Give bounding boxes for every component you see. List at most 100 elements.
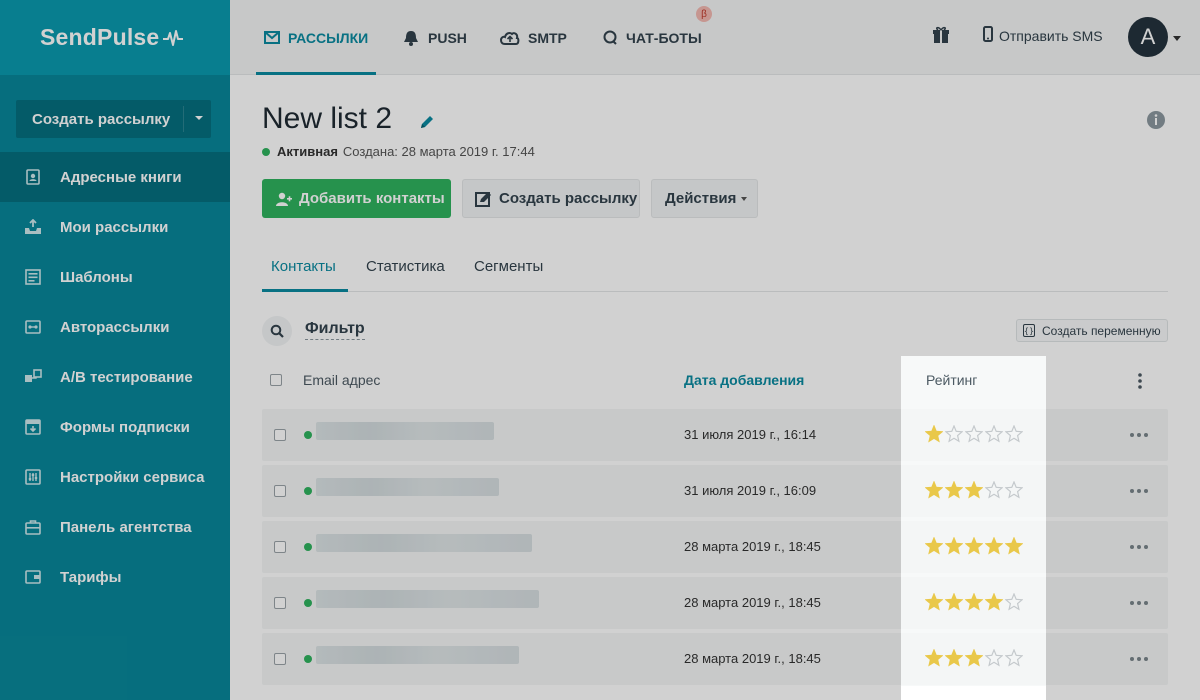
tab-statistics[interactable]: Статистика xyxy=(366,258,445,275)
tab-push[interactable]: PUSH xyxy=(402,0,467,75)
column-header-rating[interactable]: Рейтинг xyxy=(926,372,977,388)
logo-text: SendPulse xyxy=(40,24,160,50)
sidebar-item-ab-test[interactable]: A/B тестирование xyxy=(0,352,230,402)
star-empty-icon xyxy=(965,425,983,443)
email-redacted xyxy=(316,590,539,608)
tab-segments[interactable]: Сегменты xyxy=(474,258,543,275)
row-more-icon[interactable] xyxy=(1130,657,1148,661)
row-more-icon[interactable] xyxy=(1130,433,1148,437)
sidebar-item-automation[interactable]: Авторассылки xyxy=(0,302,230,352)
email-redacted xyxy=(316,422,494,440)
tab-contacts[interactable]: Контакты xyxy=(271,258,336,275)
rating-stars xyxy=(925,481,1023,499)
star-empty-icon xyxy=(1005,649,1023,667)
table-row[interactable]: 31 июля 2019 г., 16:14 xyxy=(262,409,1168,461)
create-variable-button[interactable]: {} Создать переменную xyxy=(1016,319,1168,342)
add-contacts-label: Добавить контакты xyxy=(299,190,445,207)
create-campaign-button-label: Создать рассылку xyxy=(499,190,638,207)
mail-icon xyxy=(264,31,280,44)
row-checkbox[interactable] xyxy=(274,653,286,665)
select-all-checkbox[interactable] xyxy=(270,374,282,386)
topbar: РАССЫЛКИ PUSH SMTP ЧАТ-БОТЫ β Отправить … xyxy=(230,0,1200,75)
create-campaign-button[interactable]: Создать рассылку xyxy=(462,179,640,218)
sidebar-item-templates[interactable]: Шаблоны xyxy=(0,252,230,302)
filter-toggle[interactable]: Фильтр xyxy=(305,320,365,340)
sidebar-item-label: Адресные книги xyxy=(60,168,182,186)
row-more-icon[interactable] xyxy=(1130,489,1148,493)
tab-smtp[interactable]: SMTP xyxy=(500,0,567,75)
column-header-email[interactable]: Email адрес xyxy=(303,372,380,388)
sidebar-item-address-book[interactable]: Адресные книги xyxy=(0,152,230,202)
status-dot xyxy=(304,599,312,607)
list-status: Активная Создана: 28 марта 2019 г. 17:44 xyxy=(262,144,535,159)
actions-dropdown-button[interactable]: Действия xyxy=(651,179,758,218)
star-filled-icon xyxy=(945,593,963,611)
table-row[interactable]: 28 марта 2019 г., 18:45 xyxy=(262,633,1168,685)
sidebar-item-forms[interactable]: Формы подписки xyxy=(0,402,230,452)
star-filled-icon xyxy=(985,593,1003,611)
divider xyxy=(183,106,184,132)
column-header-date[interactable]: Дата добавления xyxy=(684,372,804,388)
star-filled-icon xyxy=(925,593,943,611)
tab-campaigns[interactable]: РАССЫЛКИ xyxy=(255,0,377,75)
sidebar-item-label: Тарифы xyxy=(60,568,122,586)
add-contacts-button[interactable]: Добавить контакты xyxy=(262,179,451,218)
star-filled-icon xyxy=(945,649,963,667)
sidebar-item-label: Шаблоны xyxy=(60,268,133,286)
created-date: Создана: 28 марта 2019 г. 17:44 xyxy=(342,144,535,159)
chat-icon xyxy=(602,30,618,46)
sidebar-item-settings[interactable]: Настройки сервиса xyxy=(0,452,230,502)
status-dot xyxy=(304,431,312,439)
sidebar-item-wallet[interactable]: Тарифы xyxy=(0,552,230,602)
sidebar-item-label: Авторассылки xyxy=(60,318,170,336)
rating-stars xyxy=(925,649,1023,667)
star-empty-icon xyxy=(1005,481,1023,499)
star-filled-icon xyxy=(965,593,983,611)
logo[interactable]: SendPulse xyxy=(0,0,230,75)
pulse-icon xyxy=(163,29,184,46)
row-more-icon[interactable] xyxy=(1130,601,1148,605)
table-row[interactable]: 31 июля 2019 г., 16:09 xyxy=(262,465,1168,517)
sidebar-item-agency[interactable]: Панель агентства xyxy=(0,502,230,552)
date-added: 28 марта 2019 г., 18:45 xyxy=(684,595,821,610)
table-row[interactable]: 28 марта 2019 г., 18:45 xyxy=(262,521,1168,573)
search-icon xyxy=(270,324,284,338)
row-checkbox[interactable] xyxy=(274,429,286,441)
svg-text:{}: {} xyxy=(1024,327,1034,336)
tab-campaigns-label: РАССЫЛКИ xyxy=(288,29,369,46)
create-campaign-dropdown-button[interactable]: Создать рассылку xyxy=(16,100,211,138)
row-more-icon[interactable] xyxy=(1130,545,1148,549)
phone-icon xyxy=(983,26,993,45)
tab-chatbots-label: ЧАТ-БОТЫ xyxy=(626,29,702,46)
cloud-icon xyxy=(500,31,520,45)
sidebar-item-label: Мои рассылки xyxy=(60,218,169,236)
column-options-icon[interactable] xyxy=(1138,373,1142,392)
row-checkbox[interactable] xyxy=(274,541,286,553)
star-filled-icon xyxy=(1005,537,1023,555)
star-filled-icon xyxy=(925,481,943,499)
sidebar-nav: Адресные книги Мои рассылки Шаблоны Авторас… xyxy=(0,152,230,602)
address-book-icon xyxy=(24,168,42,186)
agency-icon xyxy=(24,518,42,536)
star-filled-icon xyxy=(925,649,943,667)
chevron-down-icon[interactable] xyxy=(195,116,203,120)
row-checkbox[interactable] xyxy=(274,597,286,609)
add-user-icon xyxy=(276,191,292,207)
status-dot xyxy=(304,655,312,663)
create-variable-label: Создать переменную xyxy=(1042,323,1161,338)
send-sms-label: Отправить SMS xyxy=(999,27,1103,44)
rating-stars xyxy=(925,537,1023,555)
tab-chatbots[interactable]: ЧАТ-БОТЫ xyxy=(602,0,702,75)
sidebar-item-label: Панель агентства xyxy=(60,518,192,536)
gift-icon[interactable] xyxy=(932,26,950,49)
table-row[interactable]: 28 марта 2019 г., 18:45 xyxy=(262,577,1168,629)
edit-pencil-icon[interactable] xyxy=(418,113,436,136)
info-icon[interactable] xyxy=(1146,110,1166,135)
send-sms-link[interactable]: Отправить SMS xyxy=(983,26,1103,45)
filter-search-button[interactable] xyxy=(262,316,292,346)
sidebar-item-campaigns[interactable]: Мои рассылки xyxy=(0,202,230,252)
create-campaign-label: Создать рассылку xyxy=(32,110,171,128)
chevron-down-icon[interactable] xyxy=(1173,36,1181,41)
avatar[interactable]: A xyxy=(1128,17,1168,57)
row-checkbox[interactable] xyxy=(274,485,286,497)
